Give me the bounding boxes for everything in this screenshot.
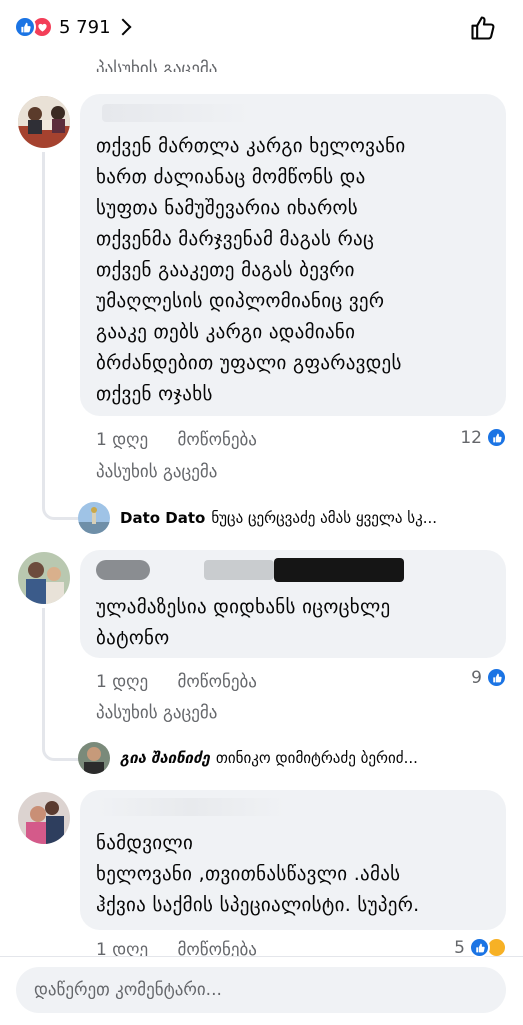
comment-meta: 1 დღე მოწონება [96, 672, 281, 692]
comment-reactions[interactable]: 5 [454, 937, 507, 958]
blurred-author-name [96, 560, 150, 580]
thread-line [42, 608, 45, 738]
comment-meta: 1 დღე მოწონება [96, 430, 281, 450]
reply-link[interactable]: პასუხის გაცემა [96, 462, 217, 482]
reaction-count: 12 [460, 427, 482, 448]
reply-preview[interactable]: გია შაინიძე თინიკო დიმიტრაძე ბერიძ... [78, 742, 418, 774]
reply-author: გია შაინიძე [120, 749, 210, 767]
comment-text: ნამდვილი ხელოვანი ,თვითნასწავლი .ამას ჰქ… [96, 832, 420, 916]
comment-input[interactable]: დაწერეთ კომენტარი... [16, 967, 506, 1013]
chevron-right-icon [114, 18, 132, 36]
cut-off-reply-link[interactable]: პასუხის გაცემა [96, 56, 217, 72]
reaction-summary[interactable]: 5 791 [14, 16, 132, 38]
like-icon [14, 16, 36, 38]
like-icon [486, 667, 507, 688]
comment-bubble: ნამდვილი ხელოვანი ,თვითნასწავლი .ამას ჰქ… [80, 790, 506, 930]
like-link[interactable]: მოწონება [178, 430, 257, 450]
like-link[interactable]: მოწონება [178, 672, 257, 692]
reply-author: Dato Dato [120, 509, 206, 527]
comment-reactions[interactable]: 9 [471, 667, 507, 688]
comment-reactions[interactable]: 12 [460, 427, 507, 448]
reply-snippet: ნუცა ცერცვაძე ამას ყველა სკ... [211, 509, 438, 527]
avatar[interactable] [18, 96, 70, 148]
reply-snippet: თინიკო დიმიტრაძე ბერიძ... [215, 749, 418, 767]
post-header: 5 791 [0, 0, 523, 58]
reaction-count: 9 [471, 667, 482, 688]
reply-avatar [78, 502, 110, 534]
thread-connector [42, 495, 79, 520]
comment-bubble: ულამაზესია დიდხანს იცოცხლე ბატონო [80, 550, 506, 658]
comment-time: 1 დღე [96, 430, 149, 450]
comment-text: ულამაზესია დიდხანს იცოცხლე ბატონო [96, 596, 391, 649]
comment-text: თქვენ მართლა კარგი ხელოვანი ხართ ძალიანა… [96, 135, 406, 405]
comment-composer-bar: დაწერეთ კომენტარი... [0, 956, 523, 1025]
comment-time: 1 დღე [96, 672, 149, 692]
like-icon [486, 427, 507, 448]
thumbs-up-outline-icon[interactable] [469, 14, 497, 46]
reaction-count: 5 [454, 937, 465, 958]
thread-line [42, 152, 45, 497]
reply-avatar [78, 742, 110, 774]
blurred-author-name [204, 560, 274, 580]
blurred-author-name [102, 104, 252, 122]
reaction-count: 5 791 [59, 16, 111, 38]
reply-link[interactable]: პასუხის გაცემა [96, 703, 217, 723]
comment-bubble: თქვენ მართლა კარგი ხელოვანი ხართ ძალიანა… [80, 94, 506, 416]
avatar[interactable] [18, 792, 70, 844]
thread-connector [42, 736, 79, 761]
blurred-author-name [96, 798, 286, 816]
reply-preview[interactable]: Dato Dato ნუცა ცერცვაძე ამას ყველა სკ... [78, 502, 437, 534]
like-icon [469, 937, 490, 958]
blurred-author-name [274, 558, 404, 582]
avatar[interactable] [18, 552, 70, 604]
